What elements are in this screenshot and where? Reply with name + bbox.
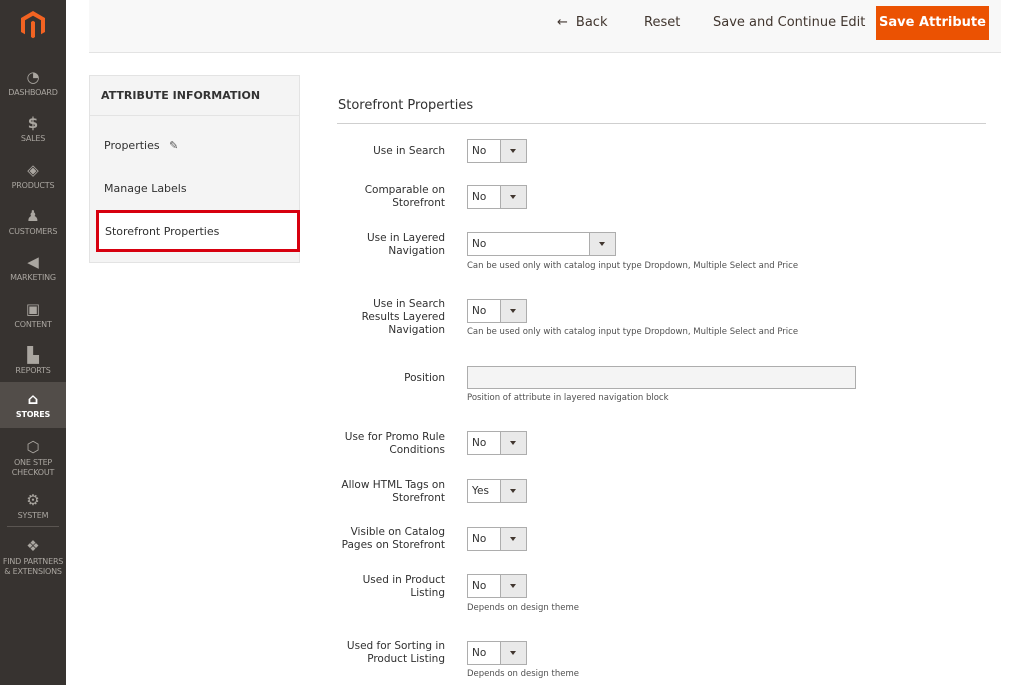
store-icon: ⌂ <box>27 390 39 408</box>
position-input[interactable] <box>467 366 856 389</box>
chevron-down-icon <box>500 642 526 664</box>
chevron-down-icon <box>500 300 526 322</box>
field-label-search-results-layered: Use in Search Results Layered Navigation <box>361 298 445 336</box>
page-actions-bar: ← Back Reset Save and Continue Edit <box>89 0 1001 53</box>
chevron-down-icon <box>500 528 526 550</box>
sorting-note: Depends on design theme <box>467 669 579 679</box>
tab-manage-labels[interactable]: Manage Labels <box>104 182 187 195</box>
nav-divider <box>7 526 59 527</box>
section-divider <box>337 123 986 124</box>
nav-item-dashboard[interactable]: ◔ DASHBOARD <box>0 60 66 106</box>
comparable-select[interactable]: No <box>467 185 527 209</box>
field-label-use-in-search: Use in Search <box>373 145 445 157</box>
nav-item-find-partners[interactable]: ❖ FIND PARTNERS & EXTENSIONS <box>0 529 66 579</box>
bar-chart-icon: ▙ <box>27 346 39 364</box>
field-label-allow-html: Allow HTML Tags on Storefront <box>341 479 445 504</box>
section-title: Storefront Properties <box>338 98 474 113</box>
nav-item-one-step-checkout[interactable]: ⬡ ONE STEP CHECKOUT <box>0 430 66 480</box>
field-label-position: Position <box>404 372 445 384</box>
field-label-sorting: Used for Sorting in Product Listing <box>346 640 445 665</box>
field-label-visible-catalog: Visible on Catalog Pages on Storefront <box>341 526 445 551</box>
position-note: Position of attribute in layered navigat… <box>467 393 669 403</box>
chevron-down-icon <box>500 432 526 454</box>
chevron-down-icon <box>500 140 526 162</box>
layered-navigation-note: Can be used only with catalog input type… <box>467 261 799 271</box>
nav-item-content[interactable]: ▣ CONTENT <box>0 292 66 338</box>
field-label-promo-rule: Use for Promo Rule Conditions <box>344 431 445 456</box>
nav-item-customers[interactable]: ♟ CUSTOMERS <box>0 199 66 245</box>
admin-sidebar: ◔ DASHBOARD $ SALES ◈ PRODUCTS ♟ CUSTOME… <box>0 0 66 685</box>
dollar-icon: $ <box>27 114 39 132</box>
field-label-comparable: Comparable on Storefront <box>364 184 445 209</box>
allow-html-select[interactable]: Yes <box>467 479 527 503</box>
layout-icon: ▣ <box>25 300 41 318</box>
cube-icon: ◈ <box>27 161 39 179</box>
chevron-down-icon <box>500 575 526 597</box>
visible-catalog-select[interactable]: No <box>467 527 527 551</box>
back-button[interactable]: ← Back <box>557 14 607 32</box>
field-label-product-listing: Used in Product Listing <box>362 574 445 599</box>
tab-storefront-properties[interactable]: Storefront Properties <box>96 210 300 252</box>
person-icon: ♟ <box>26 207 40 225</box>
chevron-down-icon <box>500 186 526 208</box>
use-in-search-select[interactable]: No <box>467 139 527 163</box>
attribute-tabs: ATTRIBUTE INFORMATION Properties ✎ Manag… <box>89 75 300 263</box>
tab-properties[interactable]: Properties ✎ <box>104 139 178 152</box>
save-attribute-button[interactable]: Save Attribute <box>876 6 989 40</box>
magento-logo[interactable] <box>0 0 66 50</box>
promo-rule-select[interactable]: No <box>467 431 527 455</box>
megaphone-icon: ◀ <box>27 253 39 271</box>
search-results-layered-note: Can be used only with catalog input type… <box>467 327 799 337</box>
layered-navigation-select[interactable]: No <box>467 232 616 256</box>
nav-item-system[interactable]: ⚙ SYSTEM <box>0 483 66 529</box>
nav-item-products[interactable]: ◈ PRODUCTS <box>0 153 66 199</box>
nav-item-sales[interactable]: $ SALES <box>0 106 66 152</box>
product-listing-select[interactable]: No <box>467 574 527 598</box>
dashboard-icon: ◔ <box>26 68 40 86</box>
sorting-select[interactable]: No <box>467 641 527 665</box>
magento-logo-icon <box>21 11 45 39</box>
product-listing-note: Depends on design theme <box>467 603 579 613</box>
nav-item-marketing[interactable]: ◀ MARKETING <box>0 245 66 291</box>
arrow-left-icon: ← <box>557 15 568 30</box>
nav-item-reports[interactable]: ▙ REPORTS <box>0 338 66 384</box>
chevron-down-icon <box>589 233 615 255</box>
search-results-layered-select[interactable]: No <box>467 299 527 323</box>
chevron-down-icon <box>500 480 526 502</box>
pencil-icon: ✎ <box>169 139 179 152</box>
tabs-title: ATTRIBUTE INFORMATION <box>90 76 299 116</box>
gear-icon: ⚙ <box>26 491 40 509</box>
save-and-continue-button[interactable]: Save and Continue Edit <box>713 14 865 32</box>
nav-item-stores[interactable]: ⌂ STORES <box>0 382 66 428</box>
boxes-icon: ❖ <box>26 537 40 555</box>
reset-button[interactable]: Reset <box>644 14 680 32</box>
hexagon-icon: ⬡ <box>26 438 40 456</box>
field-label-layered-navigation: Use in Layered Navigation <box>366 232 445 257</box>
